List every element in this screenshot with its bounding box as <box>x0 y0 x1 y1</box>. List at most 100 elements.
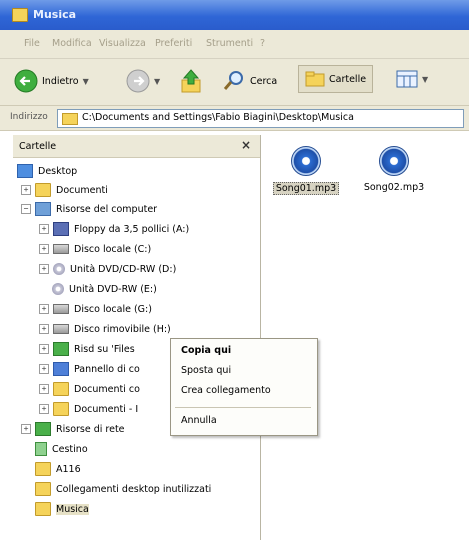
menu-visualizza[interactable]: Visualizza <box>99 38 146 49</box>
expand-toggle[interactable]: + <box>39 404 49 414</box>
views-icon <box>396 70 418 88</box>
back-label: Indietro <box>42 75 79 87</box>
tree-item-musica[interactable]: Musica <box>35 501 89 517</box>
cd-icon <box>53 263 65 275</box>
tree-item-label: Collegamenti desktop inutilizzati <box>56 483 212 495</box>
control-panel-icon <box>53 362 69 376</box>
folder-icon <box>35 183 51 197</box>
expand-toggle[interactable]: + <box>39 384 49 394</box>
folders-button[interactable]: Cartelle <box>298 65 374 93</box>
folders-pane-title: Cartelle <box>19 141 57 152</box>
tree-item-label: Documenti <box>56 184 108 196</box>
tree-item-risorse-computer[interactable]: − Risorse del computer <box>21 201 157 217</box>
file-name: Song01.mp3 <box>272 182 340 195</box>
address-label: Indirizzo <box>10 112 48 122</box>
expand-toggle[interactable]: + <box>39 224 49 234</box>
tree-item-label: Disco locale (G:) <box>74 303 152 315</box>
recycle-bin-icon <box>35 442 47 456</box>
tree-item-pannello[interactable]: + Pannello di co <box>39 361 140 377</box>
chevron-down-icon[interactable]: ▼ <box>422 75 428 84</box>
drive-icon <box>53 244 69 254</box>
tree-item-label: Unità DVD/CD-RW (D:) <box>70 263 177 275</box>
address-value: C:\Documents and Settings\Fabio Biagini\… <box>82 112 354 123</box>
expand-toggle[interactable]: + <box>21 185 31 195</box>
tree-item-network-drive[interactable]: + Risd su 'Files <box>39 341 135 357</box>
tree-item-label: Pannello di co <box>74 363 140 375</box>
desktop-icon <box>17 164 33 178</box>
expand-toggle[interactable]: + <box>39 344 49 354</box>
tree-item-a116[interactable]: A116 <box>35 461 81 477</box>
menu-bar: File Modifica Visualizza Preferiti Strum… <box>0 30 469 59</box>
title-bar[interactable]: Musica <box>0 0 469 30</box>
views-button[interactable]: ▼ <box>396 69 428 89</box>
tree-item-disco-g[interactable]: + Disco locale (G:) <box>39 301 152 317</box>
menu-strumenti[interactable]: Strumenti <box>206 38 253 49</box>
tree-item-documenti-user[interactable]: + Documenti - I <box>39 401 138 417</box>
tree-item-desktop[interactable]: Desktop <box>17 163 77 179</box>
menu-file[interactable]: File <box>24 38 40 49</box>
up-folder-icon <box>181 69 201 93</box>
collapse-toggle[interactable]: − <box>21 204 31 214</box>
address-field[interactable]: C:\Documents and Settings\Fabio Biagini\… <box>57 109 464 128</box>
menu-modifica[interactable]: Modifica <box>52 38 92 49</box>
tree-item-label: Risorse di rete <box>56 423 125 435</box>
tree-item-label: Musica <box>56 503 89 515</box>
network-drive-icon <box>53 342 69 356</box>
folders-icon <box>305 71 325 87</box>
expand-toggle[interactable]: + <box>39 324 49 334</box>
up-folder-button[interactable] <box>180 68 202 94</box>
menu-item-sposta-qui[interactable]: Sposta qui <box>181 365 231 376</box>
tree-item-documenti[interactable]: + Documenti <box>21 182 108 198</box>
menu-item-annulla[interactable]: Annulla <box>181 415 217 426</box>
folders-label: Cartelle <box>329 73 367 85</box>
menu-item-copia-qui[interactable]: Copia qui <box>181 345 231 356</box>
close-icon[interactable]: × <box>241 138 251 152</box>
menu-preferiti[interactable]: Preferiti <box>155 38 192 49</box>
tree-item-label: Documenti co <box>74 383 140 395</box>
tree-item-label: Floppy da 3,5 pollici (A:) <box>74 223 190 235</box>
window-title: Musica <box>33 8 77 21</box>
mp3-file-icon <box>291 146 321 176</box>
tree-item-risorse-rete[interactable]: + Risorse di rete <box>21 421 125 437</box>
tree-item-dvd-d[interactable]: + Unità DVD/CD-RW (D:) <box>39 261 176 277</box>
tree-item-collegamenti[interactable]: Collegamenti desktop inutilizzati <box>35 481 211 497</box>
tree-item-disco-h[interactable]: + Disco rimovibile (H:) <box>39 321 171 337</box>
tree-item-floppy[interactable]: + Floppy da 3,5 pollici (A:) <box>39 221 189 237</box>
chevron-down-icon[interactable]: ▼ <box>154 77 160 86</box>
tree-item-label: Desktop <box>38 165 78 177</box>
tree-item-label: Disco rimovibile (H:) <box>74 323 171 335</box>
forward-button[interactable]: ▼ <box>126 69 160 93</box>
back-button[interactable]: Indietro ▼ <box>14 69 89 93</box>
tree-item-label: Risorse del computer <box>56 203 158 215</box>
file-item[interactable]: Song02.mp3 <box>360 146 428 193</box>
tree-item-label: Disco locale (C:) <box>74 243 152 255</box>
mp3-file-icon <box>379 146 409 176</box>
drive-icon <box>53 324 69 334</box>
cd-icon <box>52 283 64 295</box>
search-icon <box>223 71 243 90</box>
expand-toggle[interactable]: + <box>39 364 49 374</box>
folder-icon <box>62 113 78 125</box>
network-icon <box>35 422 51 436</box>
chevron-down-icon[interactable]: ▼ <box>83 77 89 86</box>
expand-toggle[interactable]: + <box>21 424 31 434</box>
folder-icon <box>35 462 51 476</box>
back-arrow-icon <box>14 69 38 93</box>
forward-arrow-icon <box>126 69 150 93</box>
folder-icon <box>35 482 51 496</box>
tree-item-dvd-e[interactable]: Unità DVD-RW (E:) <box>52 281 157 297</box>
tree-item-label: Unità DVD-RW (E:) <box>69 283 157 295</box>
search-button[interactable]: Cerca <box>222 69 277 93</box>
menu-item-crea-collegamento[interactable]: Crea collegamento <box>181 385 271 396</box>
expand-toggle[interactable]: + <box>39 264 49 274</box>
expand-toggle[interactable]: + <box>39 304 49 314</box>
file-item[interactable]: Song01.mp3 <box>272 146 340 195</box>
toolbar: Indietro ▼ ▼ Cerca Cartelle ▼ <box>0 59 469 106</box>
tree-item-documenti-condivisi[interactable]: + Documenti co <box>39 381 140 397</box>
tree-item-cestino[interactable]: Cestino <box>35 441 88 457</box>
menu-help[interactable]: ? <box>260 38 265 49</box>
tree-item-disco-c[interactable]: + Disco locale (C:) <box>39 241 151 257</box>
drive-icon <box>53 304 69 314</box>
expand-toggle[interactable]: + <box>39 244 49 254</box>
tree-item-label: Cestino <box>52 443 88 455</box>
